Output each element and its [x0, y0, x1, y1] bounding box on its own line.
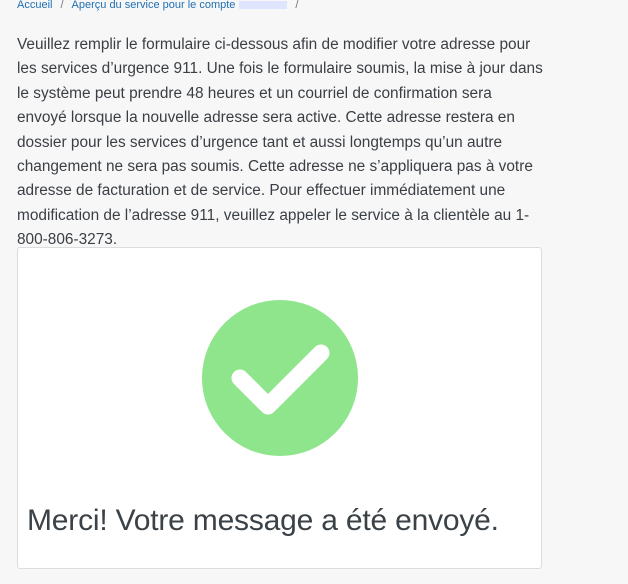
breadcrumb: Accueil / Aperçu du service pour le comp…: [17, 0, 306, 13]
breadcrumb-account-overview-label: Aperçu du service pour le compte: [71, 0, 236, 11]
breadcrumb-account-overview-link[interactable]: Aperçu du service pour le compte: [72, 0, 288, 13]
page: Accueil / Aperçu du service pour le comp…: [0, 0, 628, 584]
confirmation-message: Merci! Votre message a été envoyé.: [27, 504, 499, 537]
breadcrumb-separator: /: [295, 0, 299, 11]
redacted-account-number: [239, 1, 288, 10]
breadcrumb-home-link[interactable]: Accueil: [17, 0, 52, 13]
breadcrumb-separator: /: [60, 0, 64, 11]
form-instructions: Veuillez remplir le formulaire ci-dessou…: [17, 36, 543, 249]
confirmation-card: Merci! Votre message a été envoyé.: [17, 247, 542, 569]
check-circle-icon: [202, 300, 358, 456]
